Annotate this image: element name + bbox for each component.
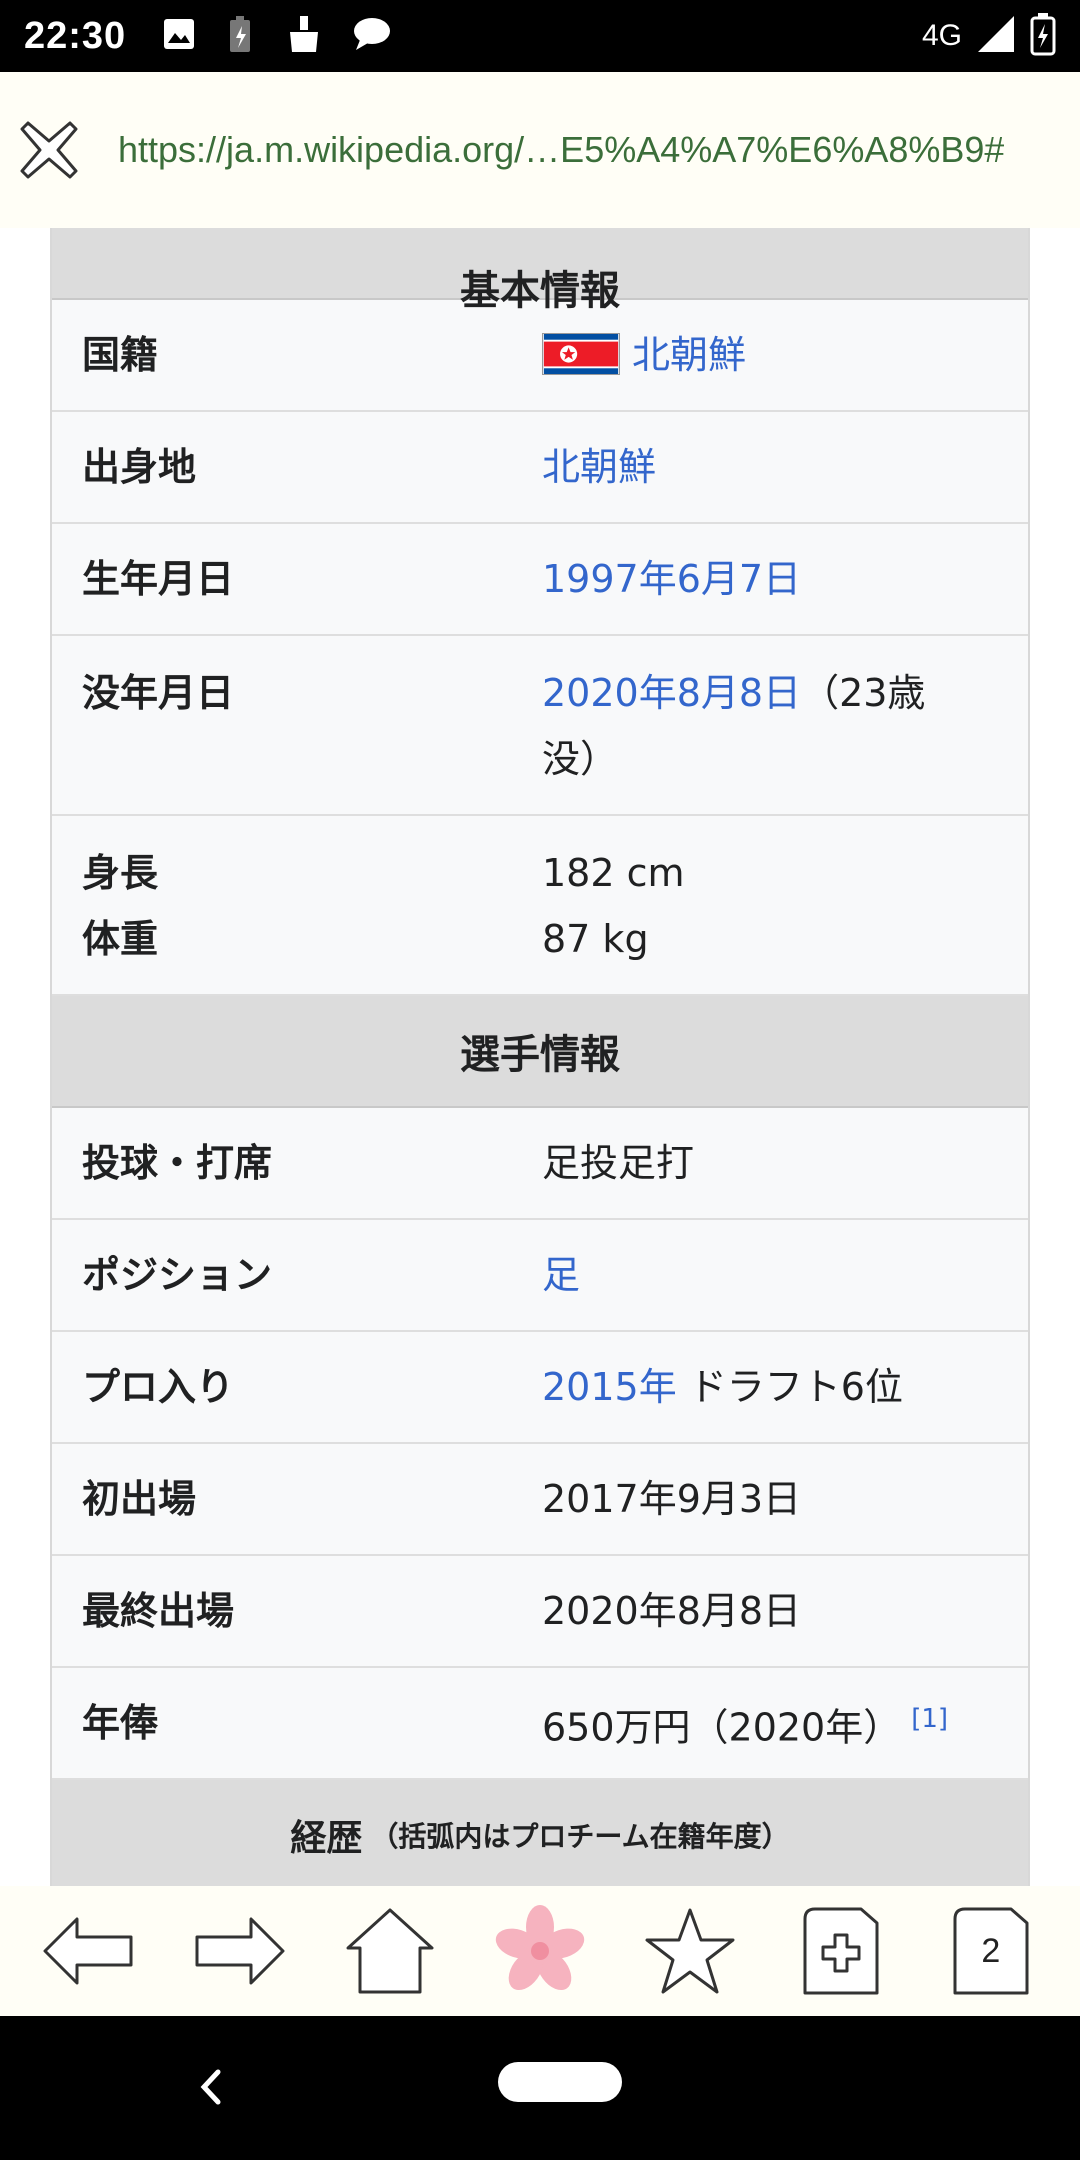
url-bar: https://ja.m.wikipedia.org/…E5%A4%A7%E6%…: [0, 72, 1080, 228]
row-value: 650万円（2020年） [1]: [542, 1686, 1028, 1761]
row-value: 足: [542, 1242, 1028, 1308]
row-label: 投球・打席: [82, 1141, 273, 1185]
battery-charging-icon: [1030, 12, 1056, 60]
row-label: プロ入り: [82, 1365, 235, 1409]
row-value: 182 cm 87 kg: [542, 840, 1028, 994]
nationality-link[interactable]: 北朝鮮: [632, 333, 746, 377]
draft-year-link[interactable]: 2015年: [542, 1365, 677, 1409]
row-value: 北朝鮮: [542, 322, 1028, 388]
table-row: 年俸 650万円（2020年） [1]: [52, 1668, 1028, 1780]
row-label: 最終出場: [82, 1589, 235, 1633]
row-value: 1997年6月7日: [542, 546, 1028, 612]
section-header-career-label: 経歴: [290, 1818, 363, 1859]
north-korea-flag-icon[interactable]: [542, 332, 620, 375]
position-link[interactable]: 足: [542, 1253, 580, 1297]
table-row: ポジション 足: [52, 1220, 1028, 1332]
status-system-icons: 4G: [922, 12, 1056, 60]
status-bar: 22:30 4G: [0, 0, 1080, 72]
nav-back-icon[interactable]: [190, 2062, 230, 2112]
row-label: 出身地: [82, 445, 197, 489]
close-button[interactable]: [18, 119, 80, 181]
arrow-right-icon: [195, 1917, 285, 1985]
arrow-left-icon: [43, 1917, 133, 1985]
row-label: 初出場: [82, 1477, 197, 1521]
status-time: 22:30: [24, 14, 127, 57]
draft-rank: ドラフト6位: [676, 1365, 903, 1409]
table-row: 初出場 2017年9月3日: [52, 1444, 1028, 1556]
row-value: 2020年8月8日: [542, 1589, 802, 1633]
salary-value: 650万円（2020年）: [542, 1705, 902, 1750]
bottom-toolbar: 2: [0, 1886, 1080, 2016]
chat-icon: [352, 16, 392, 56]
tab-count: 2: [981, 1931, 1001, 1970]
table-row: 最終出場 2020年8月8日: [52, 1556, 1028, 1668]
row-label: 生年月日: [82, 557, 235, 601]
close-icon: [20, 121, 78, 179]
birthdate-link[interactable]: 1997年6月7日: [542, 557, 801, 601]
row-label: 国籍: [82, 333, 159, 377]
table-row: プロ入り 2015年 ドラフト6位: [52, 1332, 1028, 1444]
section-header-basic: 基本情報: [52, 228, 1028, 314]
height-value: 182 cm: [542, 851, 685, 895]
reference-link[interactable]: [1]: [911, 1704, 948, 1734]
system-nav-bar: [0, 2016, 1080, 2160]
row-value: 2020年8月8日（23歳 没）: [542, 660, 1028, 814]
weight-value: 87 kg: [542, 917, 649, 961]
row-label: ポジション: [82, 1253, 273, 1297]
url-text[interactable]: https://ja.m.wikipedia.org/…E5%A4%A7%E6%…: [118, 129, 1004, 171]
row-value: 北朝鮮: [542, 434, 1028, 500]
section-header-basic-label: 基本情報: [460, 268, 620, 314]
table-row: 生年月日 1997年6月7日: [52, 524, 1028, 636]
sakura-menu-button[interactable]: [490, 1901, 590, 2001]
new-tab-button[interactable]: [791, 1901, 891, 2001]
section-header-career-note: （括弧内はプロチーム在籍年度）: [370, 1820, 790, 1853]
back-button[interactable]: [39, 1901, 139, 2001]
table-row: 没年月日 2020年8月8日（23歳 没）: [52, 636, 1028, 816]
cleaner-icon: [286, 14, 322, 58]
table-row: 投球・打席 足投足打: [52, 1108, 1028, 1220]
tab-switcher-button[interactable]: 2: [941, 1901, 1041, 2001]
section-header-player-label: 選手情報: [460, 1032, 620, 1078]
new-tab-icon: [803, 1907, 879, 1995]
section-header-career: 経歴 （括弧内はプロチーム在籍年度）: [52, 1780, 1028, 1886]
section-header-player: 選手情報: [52, 996, 1028, 1108]
bookmark-button[interactable]: [640, 1901, 740, 2001]
no-battery-sync-icon: [226, 14, 256, 58]
nav-home-pill[interactable]: [498, 2062, 622, 2102]
row-label: 年俸: [82, 1701, 159, 1745]
row-label: 没年月日: [82, 671, 235, 715]
home-button[interactable]: [340, 1901, 440, 2001]
row-label: 身長 体重: [52, 840, 542, 994]
page-content: 基本情報 国籍 北朝鮮 出身地 北朝鮮 生年月日 1997年6月7日 没年月日 …: [0, 228, 1080, 1886]
table-row: 国籍 北朝鮮: [52, 300, 1028, 412]
weight-label: 体重: [82, 917, 159, 961]
row-value: 2015年 ドラフト6位: [542, 1354, 1028, 1420]
height-label: 身長: [82, 851, 159, 895]
status-notification-icons: [162, 14, 392, 58]
home-icon: [346, 1908, 434, 1994]
signal-icon: [976, 14, 1016, 58]
deathdate-link[interactable]: 2020年8月8日: [542, 671, 801, 715]
table-row: 出身地 北朝鮮: [52, 412, 1028, 524]
forward-button[interactable]: [189, 1901, 289, 2001]
infobox-table: 基本情報 国籍 北朝鮮 出身地 北朝鮮 生年月日 1997年6月7日 没年月日 …: [50, 228, 1030, 1886]
row-value: 2017年9月3日: [542, 1477, 802, 1521]
birthplace-link[interactable]: 北朝鮮: [542, 445, 656, 489]
death-age-cont: 没）: [542, 737, 619, 781]
sakura-icon: [495, 1905, 585, 1991]
network-type: 4G: [921, 19, 962, 52]
row-value: 足投足打: [542, 1141, 695, 1185]
table-row: 身長 体重 182 cm 87 kg: [52, 816, 1028, 996]
image-icon: [162, 17, 196, 55]
death-age: （23歳: [801, 671, 926, 715]
star-icon: [645, 1908, 735, 1994]
